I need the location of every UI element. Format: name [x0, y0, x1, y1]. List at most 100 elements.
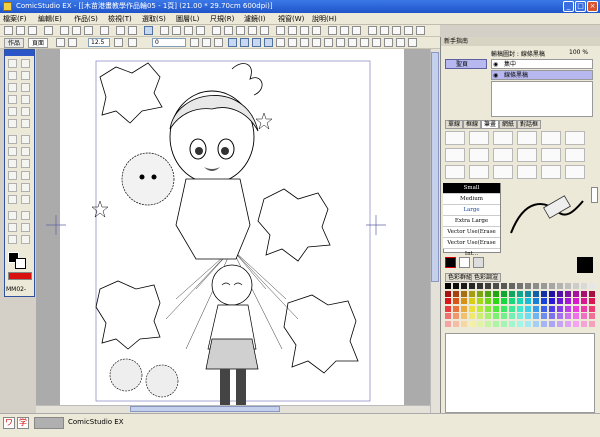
- palette-swatch[interactable]: [461, 320, 467, 327]
- palette-swatch[interactable]: [541, 313, 547, 319]
- palette-swatch[interactable]: [517, 290, 523, 297]
- maximize-button[interactable]: □: [575, 1, 586, 12]
- palette-swatch[interactable]: [461, 283, 467, 289]
- rotate-icon[interactable]: [260, 26, 269, 35]
- taskbar-slot[interactable]: [34, 417, 64, 429]
- palette-swatch[interactable]: [469, 298, 475, 304]
- brush-tool-icon[interactable]: [21, 147, 30, 156]
- palette-swatch[interactable]: [565, 313, 571, 319]
- zoom-tool-icon[interactable]: [8, 107, 17, 116]
- focus-icon[interactable]: [336, 38, 345, 47]
- palette-swatch[interactable]: [501, 305, 507, 312]
- symmetry-icon[interactable]: [300, 38, 309, 47]
- palette-swatch[interactable]: [573, 290, 579, 297]
- tool-preset-3-icon[interactable]: [493, 165, 513, 179]
- select-all-icon[interactable]: [144, 26, 153, 35]
- palette-swatch[interactable]: [565, 290, 571, 297]
- grid-tool-icon[interactable]: [21, 119, 30, 128]
- palette-swatch[interactable]: [557, 320, 563, 327]
- palette-swatch[interactable]: [461, 290, 467, 297]
- palette-swatch[interactable]: [541, 283, 547, 289]
- palette-swatch[interactable]: [549, 305, 555, 312]
- palette-swatch[interactable]: [501, 320, 507, 327]
- palette-swatch[interactable]: [485, 298, 491, 304]
- tab-balloon[interactable]: 對話框: [517, 120, 542, 129]
- palette-swatch[interactable]: [533, 305, 539, 312]
- grab-tool-icon[interactable]: [8, 235, 17, 244]
- palette-swatch[interactable]: [509, 320, 515, 327]
- palette-swatch[interactable]: [469, 290, 475, 297]
- color-white-swatch[interactable]: [459, 257, 470, 268]
- menu-layer[interactable]: 圖層(L): [176, 14, 199, 24]
- pen-preset-2-icon[interactable]: [469, 148, 489, 162]
- navigator-icon[interactable]: [392, 26, 401, 35]
- pen-size-field[interactable]: 12.5: [88, 38, 110, 47]
- ruler-icon[interactable]: [288, 26, 297, 35]
- property-icon[interactable]: [380, 26, 389, 35]
- tab-frame[interactable]: 框線: [463, 120, 482, 129]
- palette-swatch[interactable]: [517, 320, 523, 327]
- tool-preset-4-icon[interactable]: [517, 165, 537, 179]
- parallel-icon[interactable]: [324, 38, 333, 47]
- palette-swatch[interactable]: [493, 283, 499, 289]
- effect-line-icon[interactable]: [8, 211, 17, 220]
- palette-swatch[interactable]: [525, 305, 531, 312]
- manga-artwork[interactable]: [36, 49, 430, 413]
- eye-icon[interactable]: ◉: [493, 61, 498, 68]
- palette-swatch[interactable]: [501, 313, 507, 319]
- snap-ruler-icon[interactable]: [252, 38, 261, 47]
- magic-wand-icon[interactable]: [8, 95, 17, 104]
- pen-preset-6-icon[interactable]: [565, 148, 585, 162]
- tone-icon[interactable]: [196, 26, 205, 35]
- fit-icon[interactable]: [236, 26, 245, 35]
- lasso-tool-icon[interactable]: [21, 71, 30, 80]
- palette-swatch[interactable]: [469, 283, 475, 289]
- palette-swatch[interactable]: [573, 320, 579, 327]
- palette-swatch[interactable]: [469, 305, 475, 312]
- page-icon[interactable]: ワ: [3, 417, 15, 429]
- palette-swatch[interactable]: [453, 320, 459, 327]
- smoothing-icon[interactable]: [128, 38, 137, 47]
- palette-swatch[interactable]: [461, 298, 467, 304]
- palette-swatch[interactable]: [485, 290, 491, 297]
- ellipse-icon[interactable]: [360, 38, 369, 47]
- pen-preset-1-icon[interactable]: [445, 148, 465, 162]
- tab-work[interactable]: 作品: [4, 38, 25, 48]
- pen-preset-5-icon[interactable]: [541, 148, 561, 162]
- redo-icon[interactable]: [128, 26, 137, 35]
- option-c-icon[interactable]: [214, 38, 223, 47]
- grid-icon[interactable]: [276, 26, 285, 35]
- palette-swatch[interactable]: [525, 290, 531, 297]
- move-tool-icon[interactable]: [8, 59, 17, 68]
- radial-icon[interactable]: [312, 38, 321, 47]
- palette-swatch[interactable]: [469, 320, 475, 327]
- line-icon[interactable]: [396, 38, 405, 47]
- pen-preset-3-icon[interactable]: [493, 148, 513, 162]
- marquee-tool-icon[interactable]: [21, 59, 30, 68]
- palette-swatch[interactable]: [541, 290, 547, 297]
- current-color-swatch[interactable]: [577, 257, 593, 273]
- palette-swatch[interactable]: [581, 283, 587, 289]
- pen-tool-icon[interactable]: [8, 135, 17, 144]
- palette-swatch[interactable]: [525, 298, 531, 304]
- select-eraser-icon[interactable]: [21, 83, 30, 92]
- actual-size-icon[interactable]: [248, 26, 257, 35]
- layer-list-area[interactable]: [491, 81, 593, 117]
- layer-row-1[interactable]: 集中: [491, 59, 593, 69]
- transparent-color-swatch[interactable]: [8, 272, 32, 280]
- palette-swatch[interactable]: [469, 313, 475, 319]
- palette-swatch[interactable]: [581, 298, 587, 304]
- palette-swatch[interactable]: [509, 283, 515, 289]
- palette-swatch[interactable]: [485, 313, 491, 319]
- object-select-icon[interactable]: [21, 95, 30, 104]
- palette-swatch[interactable]: [493, 298, 499, 304]
- folder-item[interactable]: 聖頁: [445, 59, 487, 69]
- open-file-icon[interactable]: [16, 26, 25, 35]
- pen-option-icon[interactable]: [56, 38, 65, 47]
- eyedropper-tool-icon[interactable]: [21, 223, 30, 232]
- background-color-swatch[interactable]: [15, 258, 26, 269]
- magnifier-tool-icon[interactable]: [21, 235, 30, 244]
- color-black-swatch[interactable]: [445, 257, 456, 268]
- palette-swatch[interactable]: [581, 313, 587, 319]
- palette-swatch[interactable]: [565, 283, 571, 289]
